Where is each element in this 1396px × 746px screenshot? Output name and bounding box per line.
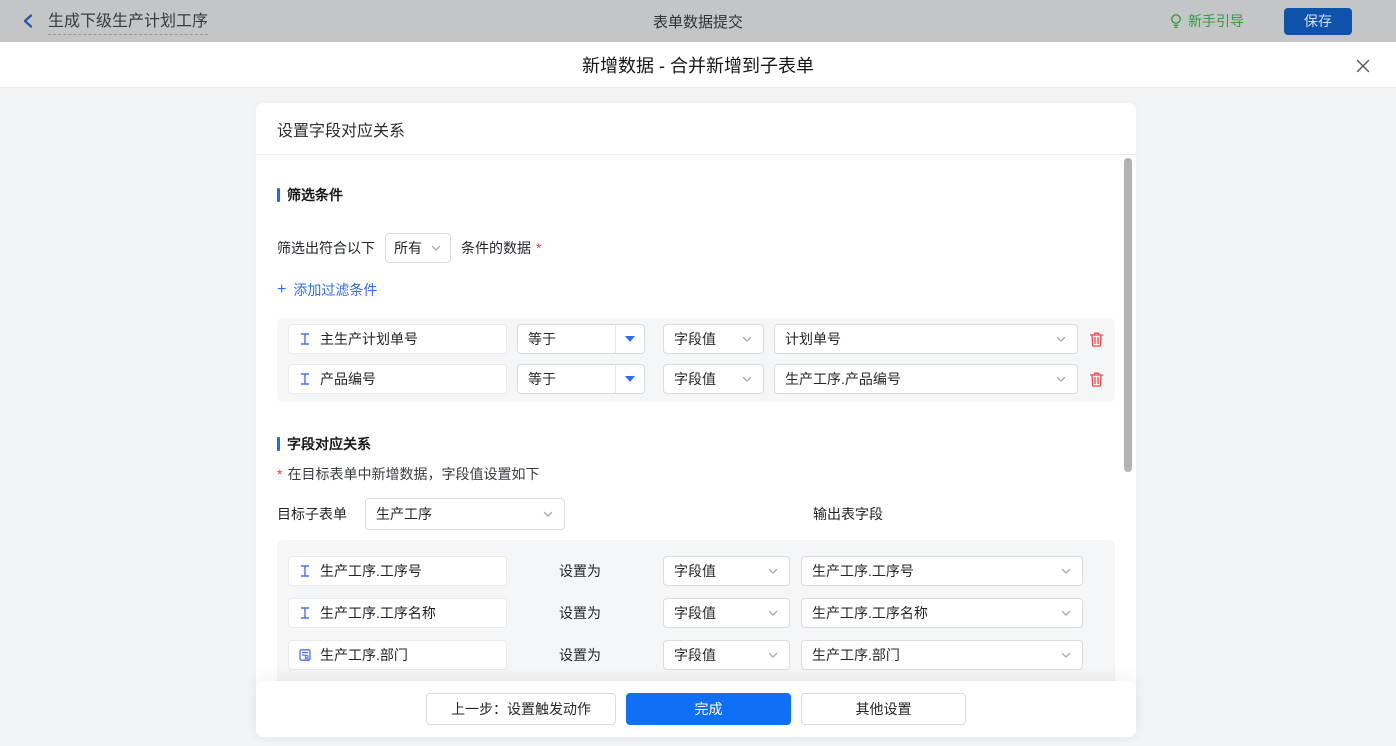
mapping-field[interactable]: 生产工序.工序号 xyxy=(288,556,507,586)
target-subform-select[interactable]: 生产工序 xyxy=(365,498,565,530)
newbie-guide-label: 新手引导 xyxy=(1188,11,1244,31)
filter-condition-row: 主生产计划单号 等于 字段值 计划单号 xyxy=(288,324,1104,354)
chevron-down-icon xyxy=(767,565,779,577)
output-fields-header: 输出表字段 xyxy=(813,504,883,524)
chevron-down-icon xyxy=(1060,649,1072,661)
chevron-down-icon xyxy=(1055,333,1067,345)
mapping-output-select[interactable]: 生产工序.工序号 xyxy=(801,556,1083,586)
filter-intro-suffix: 条件的数据 xyxy=(461,238,531,258)
field-mapping-row: 生产工序.部门 设置为 字段值 生产工序.部门 xyxy=(288,640,1104,670)
filter-operator-select[interactable]: 等于 xyxy=(517,364,645,394)
delete-condition-icon[interactable] xyxy=(1088,370,1104,388)
back-icon[interactable] xyxy=(20,12,38,30)
save-button[interactable]: 保存 xyxy=(1284,8,1352,35)
settings-card: 设置字段对应关系 筛选条件 筛选出符合以下 所有 条件的数据 * xyxy=(256,103,1136,737)
mapping-field[interactable]: 生产工序.部门 xyxy=(288,640,507,670)
target-subform-row: 目标子表单 生产工序 输出表字段 xyxy=(277,498,1115,530)
footer-action-bar: 上一步：设置触发动作 完成 其他设置 xyxy=(256,681,1136,737)
card-title: 设置字段对应关系 xyxy=(256,103,1136,155)
chevron-down-icon xyxy=(1060,607,1072,619)
filter-intro-prefix: 筛选出符合以下 xyxy=(277,238,375,258)
caret-down-icon xyxy=(615,365,644,393)
mapping-output-select[interactable]: 生产工序.工序名称 xyxy=(801,598,1083,628)
add-filter-condition-label: 添加过滤条件 xyxy=(293,280,377,300)
section-accent-bar xyxy=(277,437,280,451)
chevron-down-icon xyxy=(1055,373,1067,385)
chevron-down-icon xyxy=(542,508,554,520)
filter-condition-row: 产品编号 等于 字段值 生产工序.产品编号 xyxy=(288,364,1104,394)
bulb-icon xyxy=(1169,13,1183,30)
filter-value-select[interactable]: 生产工序.产品编号 xyxy=(774,364,1078,394)
text-field-icon xyxy=(298,372,312,386)
top-bar: 生成下级生产计划工序 表单数据提交 新手引导 保存 xyxy=(0,0,1396,42)
required-asterisk: * xyxy=(277,466,282,482)
chevron-down-icon xyxy=(430,242,442,254)
mapping-value-type-select[interactable]: 字段值 xyxy=(663,640,790,670)
newbie-guide-link[interactable]: 新手引导 xyxy=(1169,11,1244,31)
filter-mode-row: 筛选出符合以下 所有 条件的数据 * xyxy=(277,233,1115,263)
other-settings-button[interactable]: 其他设置 xyxy=(801,693,966,725)
mapping-field[interactable]: 生产工序.工序名称 xyxy=(288,598,507,628)
modal-dialog: 新增数据 - 合并新增到子表单 设置字段对应关系 筛选条件 筛选出符合以下 所有 xyxy=(0,42,1396,746)
mapping-description: * 在目标表单中新增数据，字段值设置如下 xyxy=(277,464,1115,484)
filter-value-type-select[interactable]: 字段值 xyxy=(663,364,764,394)
chevron-down-icon xyxy=(741,333,753,345)
required-asterisk: * xyxy=(536,240,541,256)
mapping-output-select[interactable]: 生产工序.部门 xyxy=(801,640,1083,670)
filter-section-title: 筛选条件 xyxy=(277,185,1115,205)
set-as-label: 设置为 xyxy=(559,645,603,665)
filter-field-select[interactable]: 主生产计划单号 xyxy=(288,324,507,354)
filter-mode-select[interactable]: 所有 xyxy=(385,233,451,263)
mapping-section-title: 字段对应关系 xyxy=(277,434,1115,454)
mapping-value-type-select[interactable]: 字段值 xyxy=(663,598,790,628)
modal-title: 新增数据 - 合并新增到子表单 xyxy=(582,52,814,78)
filter-value-type-select[interactable]: 字段值 xyxy=(663,324,764,354)
previous-step-button[interactable]: 上一步：设置触发动作 xyxy=(426,693,616,725)
department-field-icon xyxy=(298,648,312,662)
target-subform-label: 目标子表单 xyxy=(277,504,347,524)
text-field-icon xyxy=(298,606,312,620)
field-mapping-row: 生产工序.工序名称 设置为 字段值 生产工序.工序名称 xyxy=(288,598,1104,628)
modal-header: 新增数据 - 合并新增到子表单 xyxy=(0,42,1396,88)
scrollbar-thumb[interactable] xyxy=(1124,158,1132,472)
chevron-down-icon xyxy=(741,373,753,385)
chevron-down-icon xyxy=(767,607,779,619)
set-as-label: 设置为 xyxy=(559,603,603,623)
done-button[interactable]: 完成 xyxy=(626,693,791,725)
modal-body: 设置字段对应关系 筛选条件 筛选出符合以下 所有 条件的数据 * xyxy=(0,88,1396,746)
close-icon[interactable] xyxy=(1354,57,1371,74)
text-field-icon xyxy=(298,332,312,346)
filter-conditions-panel: 主生产计划单号 等于 字段值 计划单号 xyxy=(277,318,1115,402)
filter-value-select[interactable]: 计划单号 xyxy=(774,324,1078,354)
delete-condition-icon[interactable] xyxy=(1088,330,1104,348)
chevron-down-icon xyxy=(1060,565,1072,577)
field-mapping-row: 生产工序.工序号 设置为 字段值 生产工序.工序号 xyxy=(288,556,1104,586)
set-as-label: 设置为 xyxy=(559,561,603,581)
filter-operator-select[interactable]: 等于 xyxy=(517,324,645,354)
add-filter-condition-link[interactable]: + 添加过滤条件 xyxy=(277,280,377,300)
section-accent-bar xyxy=(277,188,280,202)
caret-down-icon xyxy=(615,325,644,353)
text-field-icon xyxy=(298,564,312,578)
filter-field-select[interactable]: 产品编号 xyxy=(288,364,507,394)
workflow-title[interactable]: 生成下级生产计划工序 xyxy=(48,7,208,35)
plus-icon: + xyxy=(277,282,286,298)
chevron-down-icon xyxy=(767,649,779,661)
mapping-value-type-select[interactable]: 字段值 xyxy=(663,556,790,586)
